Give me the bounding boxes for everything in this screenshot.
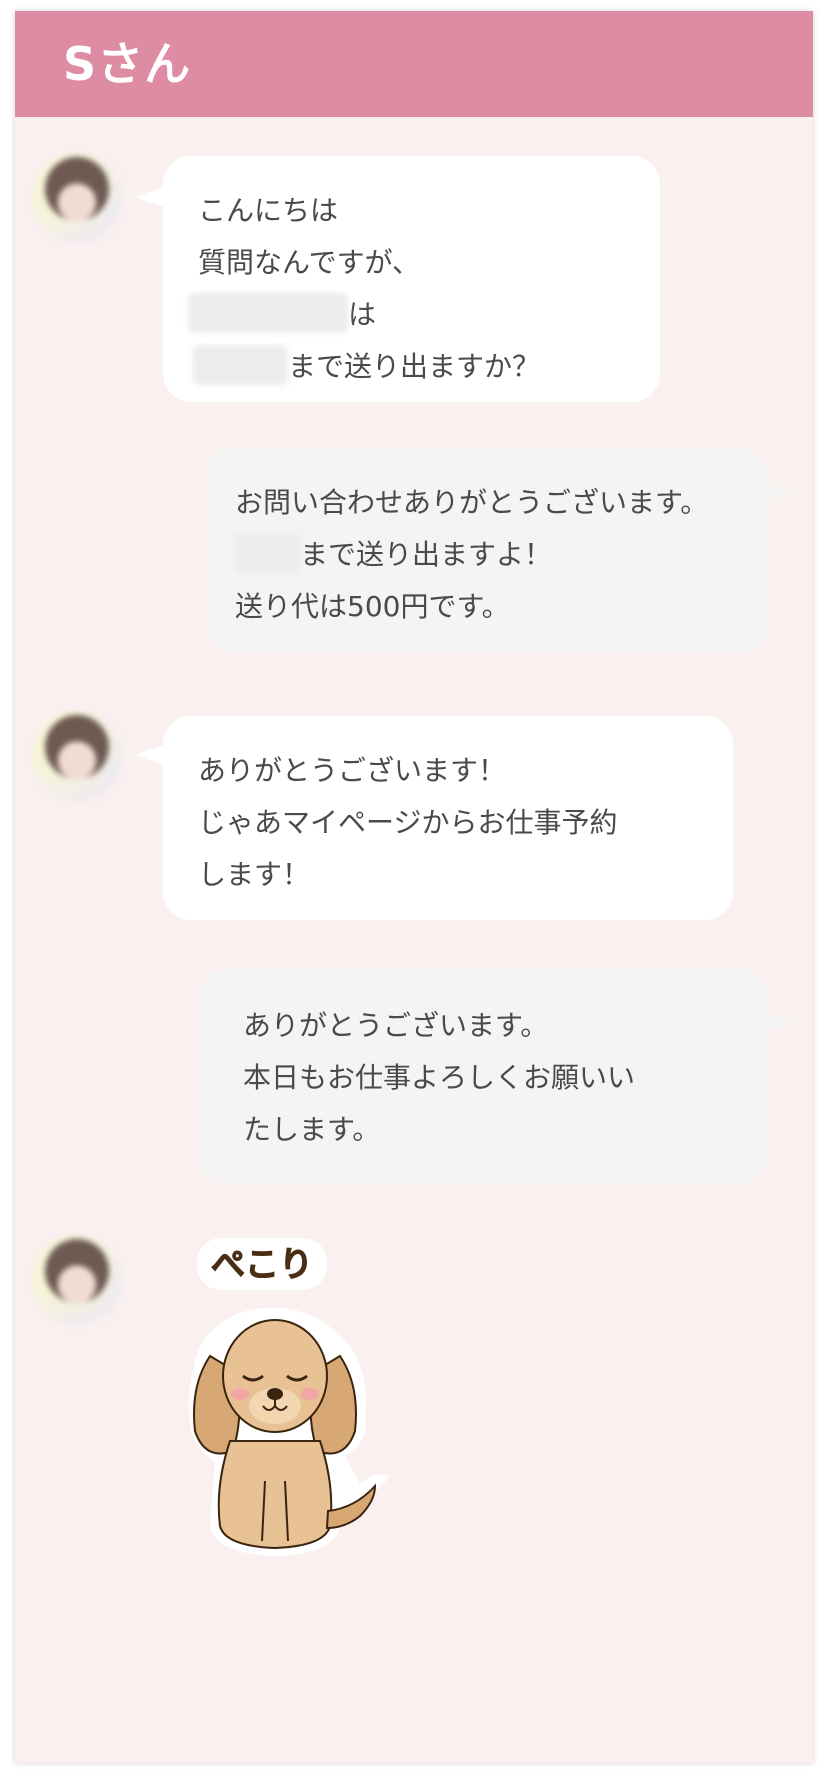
redacted-text	[235, 533, 300, 573]
user-avatar	[32, 1235, 122, 1325]
staff-message-2: ありがとうございます。 本日もお仕事よろしくお願いい たします。	[199, 969, 768, 1184]
redacted-text	[188, 293, 348, 333]
bubble-tail	[135, 745, 163, 765]
bowing-dog-icon: ぺこり	[188, 1238, 390, 1556]
message-line: ありがとうございます。	[243, 1009, 549, 1042]
message-line: は	[348, 298, 377, 331]
message-line: 本日もお仕事よろしくお願いい	[243, 1061, 636, 1094]
sticker-caption: ぺこり	[211, 1245, 313, 1285]
message-line: 送り代は500円です。	[235, 590, 510, 623]
message-line: こんにちは	[198, 194, 339, 227]
message-line-with-redaction: まで送り出ますよ！	[235, 529, 768, 581]
user-avatar	[32, 711, 122, 801]
sticker-message: ぺこり	[165, 1236, 395, 1556]
chat-header: Sさん	[15, 11, 813, 117]
message-line: します！	[198, 858, 311, 891]
user-message-2: ありがとうございます！ じゃあマイページからお仕事予約 します！	[163, 716, 733, 920]
staff-message-1: お問い合わせありがとうございます。 まで送り出ますよ！ 送り代は500円です。	[205, 448, 768, 653]
message-line: じゃあマイページからお仕事予約	[198, 806, 618, 839]
bubble-tail	[135, 187, 163, 207]
message-line: たします。	[243, 1113, 381, 1146]
message-line: まで送り出ますよ！	[300, 538, 553, 571]
message-line-with-redaction: は	[188, 289, 660, 341]
redacted-text	[193, 345, 288, 385]
bubble-tail	[765, 1011, 793, 1031]
message-line: 質問なんですが、	[198, 246, 421, 279]
message-line-with-redaction: まで送り出ますか？	[193, 341, 660, 393]
bubble-tail	[765, 482, 793, 502]
message-line: ありがとうございます！	[198, 754, 507, 787]
chat-title: Sさん	[63, 37, 192, 91]
user-avatar	[32, 153, 122, 243]
user-message-1: こんにちは 質問なんですが、 は まで送り出ますか？	[163, 156, 660, 402]
message-line: お問い合わせありがとうございます。	[235, 486, 709, 519]
chat-window: Sさん こんにちは 質問なんですが、 は まで送り出ますか？ お問い合わせありが…	[15, 11, 813, 1763]
message-line: まで送り出ますか？	[288, 350, 541, 383]
